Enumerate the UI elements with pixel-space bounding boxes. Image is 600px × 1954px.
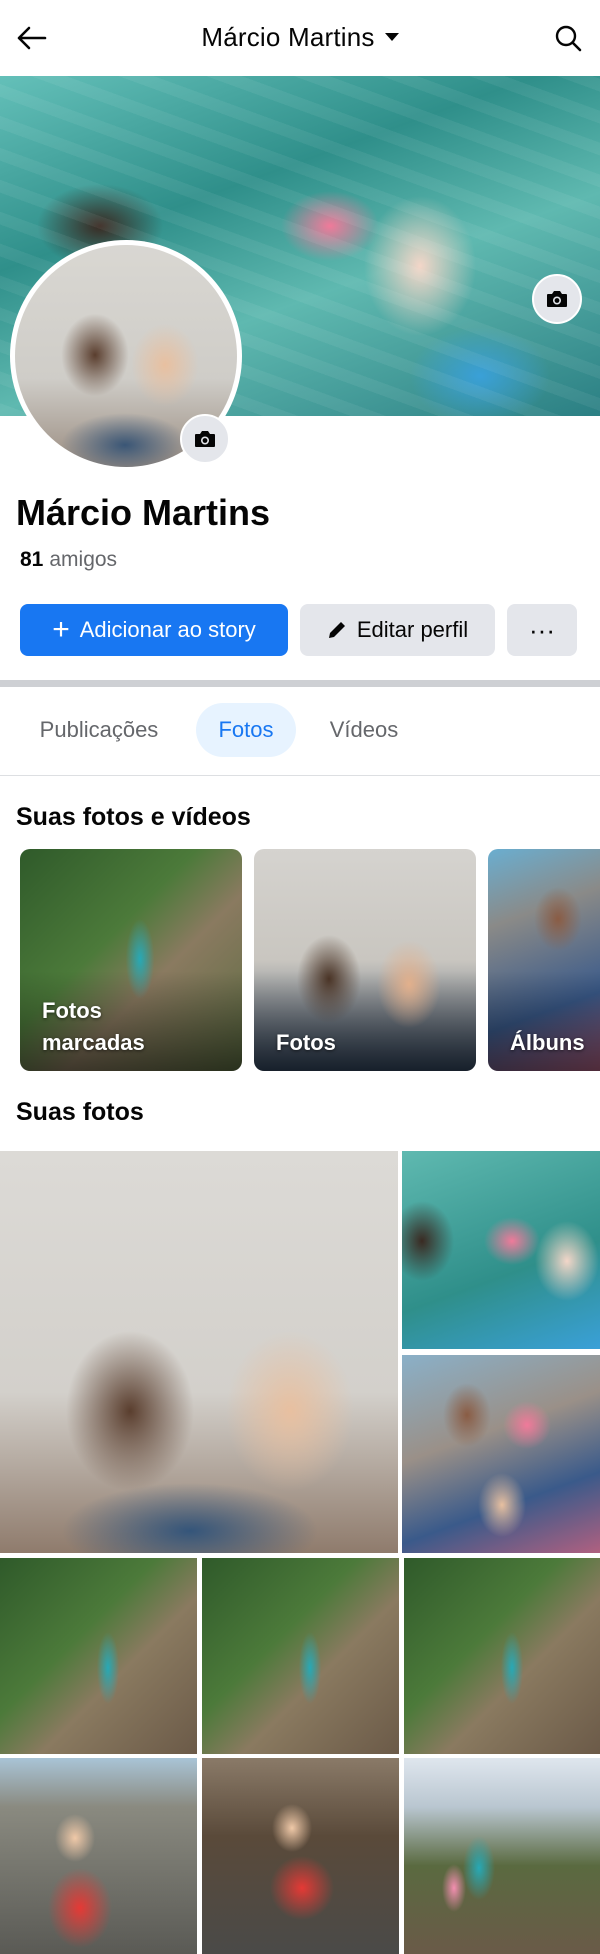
photo-thumbnail[interactable] xyxy=(0,1758,197,1954)
tab-videos[interactable]: Vídeos xyxy=(314,703,414,757)
card-label: Fotos xyxy=(276,1030,336,1056)
tabs-separator xyxy=(0,775,600,776)
photo-thumbnail[interactable] xyxy=(202,1758,399,1954)
add-to-story-label: Adicionar ao story xyxy=(79,617,256,642)
photos-card[interactable]: Fotos xyxy=(254,849,476,1071)
photos-videos-title: Suas fotos e vídeos xyxy=(16,803,251,831)
friends-number: 81 xyxy=(20,548,44,571)
photo-thumbnail[interactable] xyxy=(402,1151,600,1349)
friends-label: amigos xyxy=(49,548,118,571)
caret-down-icon xyxy=(384,33,399,42)
albums-card[interactable]: Álbuns xyxy=(488,849,600,1071)
more-options-button[interactable]: ··· xyxy=(507,604,577,656)
card-label: Álbuns xyxy=(510,1030,585,1056)
photo-thumbnail[interactable] xyxy=(402,1355,600,1553)
add-to-story-button[interactable]: + Adicionar ao story xyxy=(20,604,288,656)
plus-icon: + xyxy=(52,613,70,646)
tagged-photos-card[interactable]: Fotos marcadas xyxy=(20,849,242,1071)
card-label: Fotos marcadas xyxy=(42,998,145,1056)
cover-camera-icon[interactable] xyxy=(532,274,582,324)
profile-name: Márcio Martins xyxy=(16,492,271,533)
photo-thumbnail[interactable] xyxy=(202,1558,399,1754)
top-bar: Márcio Martins xyxy=(0,0,600,76)
header-title: Márcio Martins xyxy=(201,22,375,52)
photo-thumbnail[interactable] xyxy=(404,1558,600,1754)
friends-count[interactable]: 81 amigos xyxy=(20,548,117,572)
tab-fotos[interactable]: Fotos xyxy=(196,703,296,757)
profile-tabs: Publicações Fotos Vídeos xyxy=(0,703,600,759)
edit-profile-button[interactable]: Editar perfil xyxy=(300,604,495,656)
your-photos-title: Suas fotos xyxy=(16,1098,144,1126)
tab-publicacoes[interactable]: Publicações xyxy=(18,703,180,757)
more-options-label: ··· xyxy=(529,614,555,645)
pencil-icon xyxy=(328,622,345,638)
avatar-camera-icon[interactable] xyxy=(180,414,230,464)
photo-thumbnail[interactable] xyxy=(0,1151,398,1553)
photo-thumbnail[interactable] xyxy=(404,1758,600,1954)
search-icon[interactable] xyxy=(548,18,588,58)
edit-profile-label: Editar perfil xyxy=(356,617,469,642)
photo-thumbnail[interactable] xyxy=(0,1558,197,1754)
section-divider xyxy=(0,680,600,687)
profile-switcher[interactable]: Márcio Martins xyxy=(0,22,600,53)
